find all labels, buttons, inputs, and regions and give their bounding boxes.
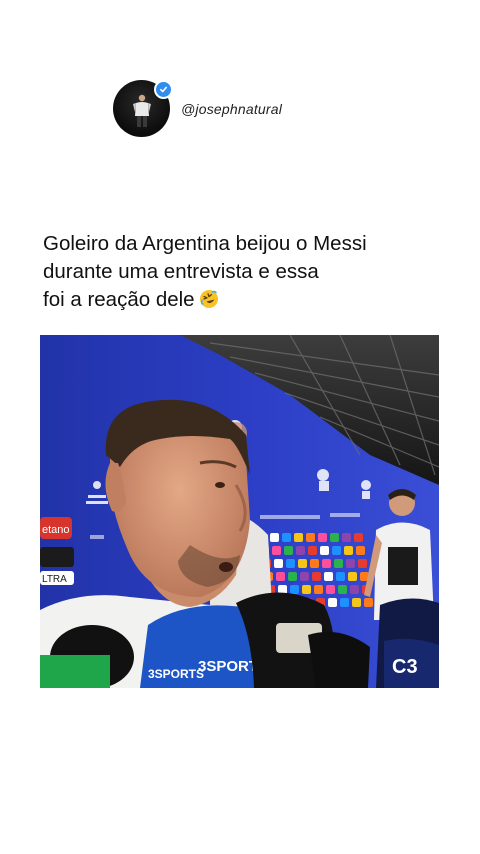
- avatar[interactable]: [113, 80, 173, 137]
- mic-label-3: C3: [392, 656, 418, 678]
- sponsor-tile: [312, 572, 321, 581]
- sponsor-tile: [346, 559, 355, 568]
- sponsor-tile: [298, 559, 307, 568]
- sponsor-label-1: etano: [42, 524, 70, 536]
- video-player[interactable]: etano LTRA 3SPORTS 3SPORTS C3: [40, 335, 439, 688]
- verified-badge-icon: [154, 80, 173, 99]
- sponsor-label-2: LTRA: [42, 574, 67, 585]
- sponsor-tile: [308, 546, 317, 555]
- sponsor-tile: [342, 533, 351, 542]
- sponsor-tile: [300, 572, 309, 581]
- sponsor-tile: [358, 559, 367, 568]
- sponsor-tile: [302, 585, 311, 594]
- rolling-on-floor-laughing-icon: [199, 290, 218, 308]
- sponsor-tile: [336, 572, 345, 581]
- sponsor-tile: [354, 533, 363, 542]
- sponsor-tile: [322, 559, 331, 568]
- sponsor-tile: [296, 546, 305, 555]
- sponsor-tile: [286, 559, 295, 568]
- sponsor-tile: [284, 546, 293, 555]
- sponsor-tile: [320, 546, 329, 555]
- sponsor-tile: [334, 559, 343, 568]
- sponsor-tile: [328, 598, 337, 607]
- sponsor-tile: [352, 598, 361, 607]
- sponsor-tile: [326, 585, 335, 594]
- sponsor-tile: [318, 533, 327, 542]
- sponsor-tile: [282, 533, 291, 542]
- sponsor-tile: [294, 533, 303, 542]
- sponsor-tile: [340, 598, 349, 607]
- sponsor-tile: [330, 533, 339, 542]
- avatar-person-icon: [132, 94, 151, 127]
- sponsor-tile: [348, 572, 357, 581]
- caption-line-1: Goleiro da Argentina beijou o Messi: [43, 232, 367, 255]
- profile-header: @josephnatural: [113, 80, 282, 137]
- post-caption: Goleiro da Argentina beijou o Messi dura…: [43, 230, 453, 314]
- sponsor-tile: [306, 533, 315, 542]
- sponsor-tile: [332, 546, 341, 555]
- sponsor-tile: [350, 585, 359, 594]
- sponsor-tile: [356, 546, 365, 555]
- sponsor-tile: [314, 585, 323, 594]
- sponsor-tile: [270, 533, 279, 542]
- sponsor-tile: [324, 572, 333, 581]
- sponsor-tile: [364, 598, 373, 607]
- sponsor-tile: [274, 559, 283, 568]
- profile-handle[interactable]: @josephnatural: [181, 101, 282, 117]
- caption-line-3: foi a reação dele: [43, 286, 453, 314]
- sponsor-tile: [272, 546, 281, 555]
- sponsor-tile: [310, 559, 319, 568]
- sponsor-tile: [288, 572, 297, 581]
- sponsor-tile: [276, 572, 285, 581]
- mic-label-1: 3SPORTS: [148, 667, 204, 681]
- caption-line-2: durante uma entrevista e essa: [43, 260, 319, 283]
- post-card: @josephnatural Goleiro da Argentina beij…: [0, 0, 480, 854]
- sponsor-tile: [338, 585, 347, 594]
- sponsor-tile: [290, 585, 299, 594]
- sponsor-tile: [344, 546, 353, 555]
